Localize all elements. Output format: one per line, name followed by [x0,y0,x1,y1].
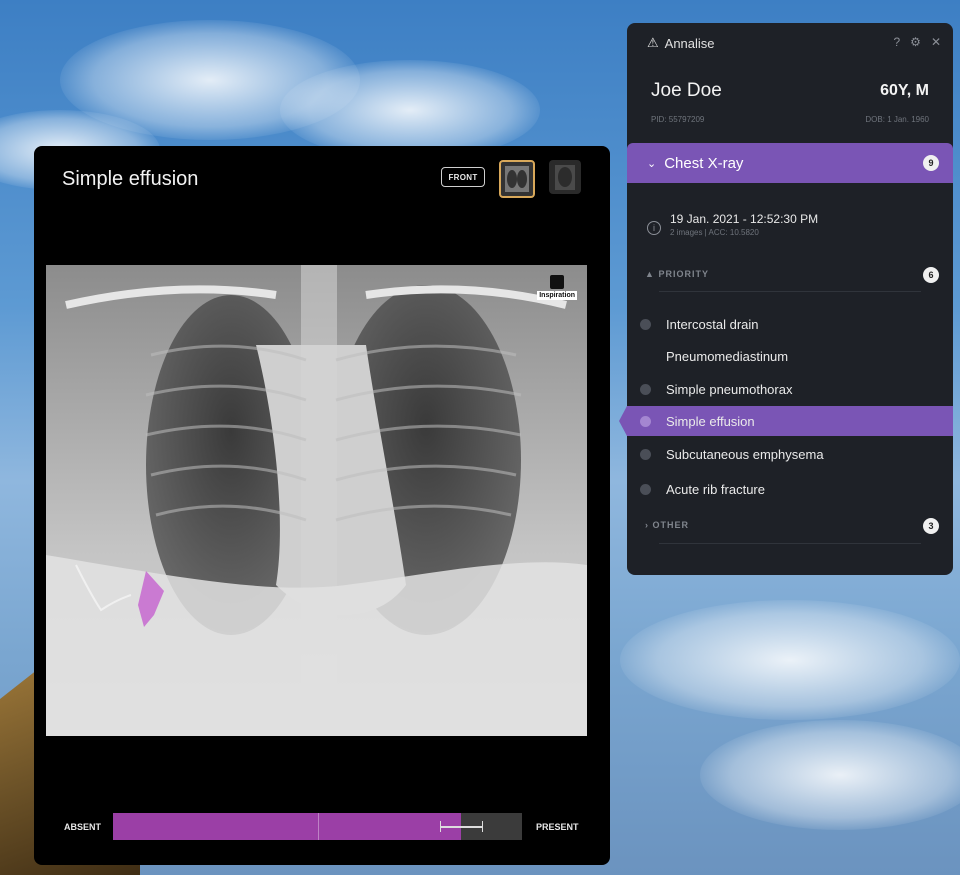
warning-icon: ▲ [645,269,655,279]
confidence-fill [113,813,461,840]
lung-icon [550,275,565,289]
image-viewer: Simple effusion FRONT Inspiration ABSENT… [34,146,610,865]
scale-midpoint [318,813,319,840]
help-icon[interactable]: ? [893,35,900,49]
confidence-scale: ABSENT PRESENT [34,812,610,842]
priority-section-header[interactable]: ▲ PRIORITY [645,269,709,279]
finding-indicator [640,415,651,427]
thumbnail-lateral[interactable] [549,160,581,194]
confidence-interval [440,821,484,832]
background-cloud [280,60,540,160]
finding-label: Pneumomediastinum [666,348,789,364]
finding-indicator [640,483,651,495]
finding-subcutaneous-emphysema[interactable]: Subcutaneous emphysema [627,439,953,469]
finding-label: Acute rib fracture [666,481,765,497]
thumbnail-frontal[interactable] [499,160,535,198]
info-icon: i [647,221,661,235]
other-label: OTHER [652,520,690,530]
scale-absent-label: ABSENT [64,822,102,832]
study-label: Chest X-ray [664,154,744,172]
other-section-header[interactable]: › OTHER [645,520,689,530]
priority-label: PRIORITY [658,269,709,279]
study-header-chest-xray[interactable]: ⌄ Chest X-ray 9 [627,143,953,183]
background-cloud [700,720,960,830]
divider [659,543,921,544]
chest-xray-image[interactable]: Inspiration [46,265,587,736]
close-icon[interactable]: ✕ [931,35,941,49]
priority-count-badge: 6 [923,267,939,283]
finding-indicator [640,351,651,362]
study-count-badge: 9 [923,155,939,171]
findings-panel: ⚠ Annalise ? ⚙ ✕ Joe Doe 60Y, M PID: 557… [619,23,953,575]
header-actions: ? ⚙ ✕ [893,35,941,49]
finding-indicator [640,448,651,460]
chevron-down-icon: ⌄ [647,157,657,170]
patient-name: Joe Doe [651,80,722,101]
finding-title: Simple effusion [62,168,199,190]
finding-label: Simple pneumothorax [666,381,793,397]
scale-present-label: PRESENT [536,822,579,832]
view-label-front[interactable]: FRONT [441,167,485,187]
finding-indicator [640,383,651,395]
app-name: Annalise [664,35,715,51]
finding-acute-rib-fracture[interactable]: Acute rib fracture [627,474,953,504]
study-meta: 2 images | ACC: 10.5820 [670,228,759,237]
finding-simple-pneumothorax[interactable]: Simple pneumothorax [627,374,953,404]
finding-simple-effusion[interactable]: Simple effusion [619,406,953,436]
finding-pneumomediastinum[interactable]: Pneumomediastinum [627,341,953,371]
finding-label: Simple effusion [666,413,755,429]
patient-dob: DOB: 1 Jan. 1960 [865,115,929,124]
study-date: 19 Jan. 2021 - 12:52:30 PM [670,212,819,226]
inspiration-label: Inspiration [537,291,577,300]
warning-icon: ⚠ [647,35,659,50]
patient-id: PID: 55797209 [651,115,705,124]
finding-intercostal-drain[interactable]: Intercostal drain [627,309,953,339]
patient-age-sex: 60Y, M [880,82,929,99]
background-cloud [620,600,960,720]
confidence-bar [113,813,522,840]
inspiration-marker: Inspiration [537,275,577,300]
gear-icon[interactable]: ⚙ [910,35,921,49]
selection-pointer [619,406,627,436]
divider [659,291,921,292]
app-header: ⚠ Annalise [647,35,715,51]
finding-label: Subcutaneous emphysema [666,446,824,462]
chevron-right-icon: › [645,520,649,530]
finding-label: Intercostal drain [666,316,759,332]
finding-indicator [640,318,651,330]
other-count-badge: 3 [923,518,939,534]
